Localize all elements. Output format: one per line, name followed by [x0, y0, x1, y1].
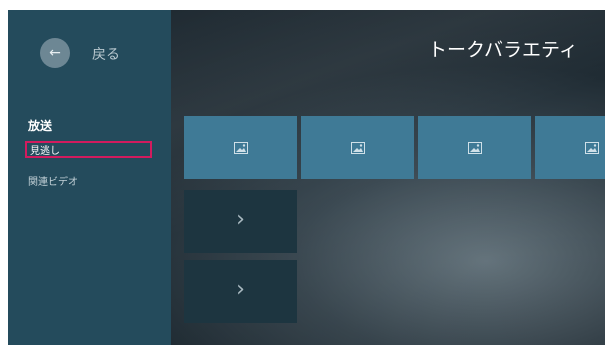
image-placeholder-icon	[467, 141, 482, 154]
video-tile[interactable]	[184, 116, 297, 179]
back-button[interactable]: ←	[40, 38, 70, 68]
more-button[interactable]: ›	[184, 190, 297, 253]
sidebar: ← 戻る 放送 見逃し 関連ビデオ	[8, 10, 171, 345]
sidebar-item-related-videos[interactable]: 関連ビデオ	[28, 173, 78, 188]
video-tile[interactable]	[301, 116, 414, 179]
video-tile[interactable]	[418, 116, 531, 179]
chevron-right-icon: ›	[236, 207, 245, 232]
back-label[interactable]: 戻る	[92, 44, 120, 64]
page-title: トークバラエティ	[428, 39, 578, 61]
video-tile[interactable]	[535, 116, 605, 179]
arrow-left-icon: ←	[49, 45, 61, 61]
image-placeholder-icon	[584, 141, 599, 154]
sidebar-item-broadcast[interactable]: 放送	[28, 117, 52, 134]
chevron-right-icon: ›	[236, 277, 245, 302]
tv-screen: ← 戻る 放送 見逃し 関連ビデオ トークバラエティ › ›	[8, 10, 605, 345]
more-button[interactable]: ›	[184, 260, 297, 323]
sidebar-item-catchup[interactable]: 見逃し	[25, 141, 152, 158]
image-placeholder-icon	[350, 141, 365, 154]
image-placeholder-icon	[233, 141, 248, 154]
